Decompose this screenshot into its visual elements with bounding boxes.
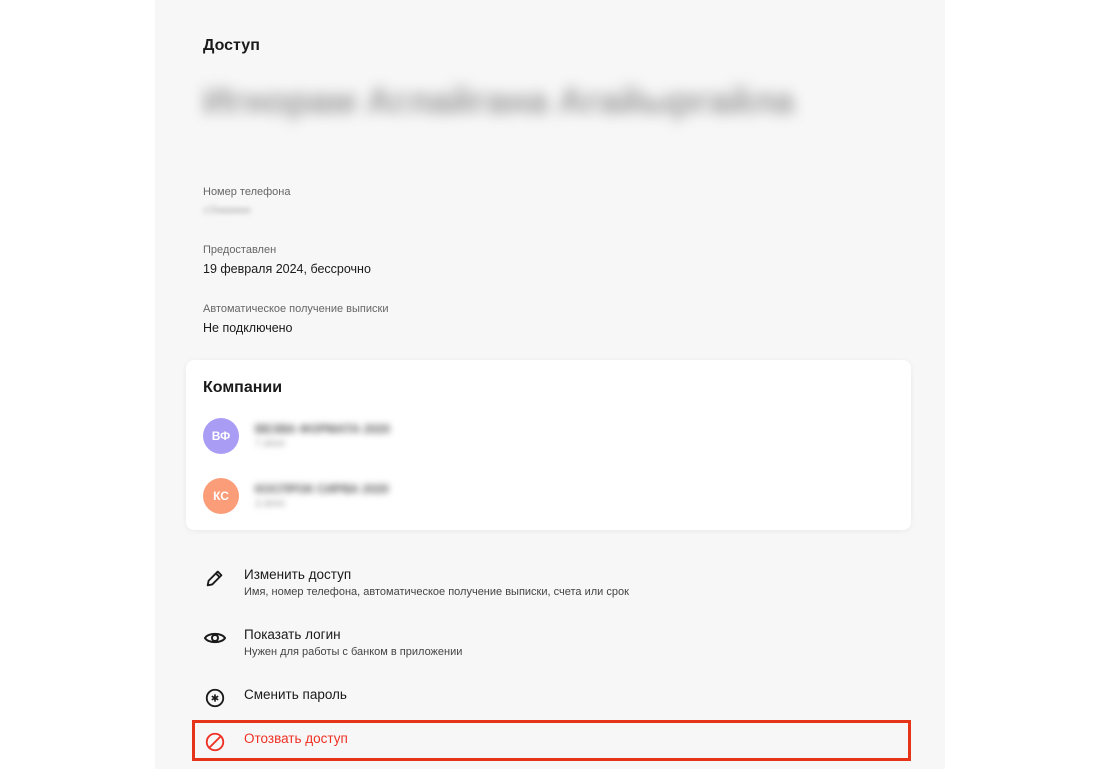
company-name: ВЕЗВА ФОРМАТА 2020 (255, 422, 391, 436)
granted-value: 19 февраля 2024, бессрочно (203, 262, 371, 276)
show-login-subtitle: Нужен для работы с банком в приложении (244, 646, 463, 658)
edit-access-subtitle: Имя, номер телефона, автоматическое полу… (244, 586, 629, 598)
company-avatar: КС (203, 478, 239, 514)
phone-label: Номер телефона (203, 186, 291, 198)
show-login-action[interactable]: Показать логин Нужен для работы с банком… (203, 626, 462, 660)
asterisk-circle-icon (203, 686, 227, 710)
companies-card: Компании ВФ ВЕЗВА ФОРМАТА 2020 7 ИНН КС … (186, 360, 911, 530)
company-name: КОСПРОК СИРВА 2020 (255, 482, 389, 496)
edit-access-label: Изменить доступ (244, 567, 352, 582)
user-name-hidden: Игнорам Аглайгана Агайыргайла (203, 80, 795, 121)
companies-title: Компании (203, 379, 283, 396)
phone-field: Номер телефона +7••••••••• (203, 185, 290, 220)
statement-value: Не подключено (203, 321, 293, 335)
granted-field: Предоставлен 19 февраля 2024, бессрочно (203, 243, 371, 278)
edit-access-action[interactable]: Изменить доступ Имя, номер телефона, авт… (203, 566, 629, 600)
page-title: Доступ (203, 37, 260, 54)
revoke-access-highlight (192, 720, 911, 761)
company-subtitle: 3 ИНН (255, 499, 285, 510)
eye-icon (203, 626, 227, 650)
change-password-label: Сменить пароль (244, 687, 347, 702)
access-panel: Доступ Игнорам Аглайгана Агайыргайла Ном… (155, 0, 945, 769)
show-login-label: Показать логин (244, 627, 341, 642)
change-password-action[interactable]: Сменить пароль (203, 686, 347, 710)
company-subtitle: 7 ИНН (255, 439, 285, 450)
pencil-icon (203, 566, 227, 590)
statement-label: Автоматическое получение выписки (203, 303, 389, 315)
granted-label: Предоставлен (203, 244, 277, 256)
company-item[interactable]: ВФ ВЕЗВА ФОРМАТА 2020 7 ИНН (203, 418, 390, 454)
phone-value: +7••••••••• (203, 205, 251, 217)
company-item[interactable]: КС КОСПРОК СИРВА 2020 3 ИНН (203, 478, 389, 514)
company-avatar: ВФ (203, 418, 239, 454)
statement-field: Автоматическое получение выписки Не подк… (203, 302, 388, 337)
